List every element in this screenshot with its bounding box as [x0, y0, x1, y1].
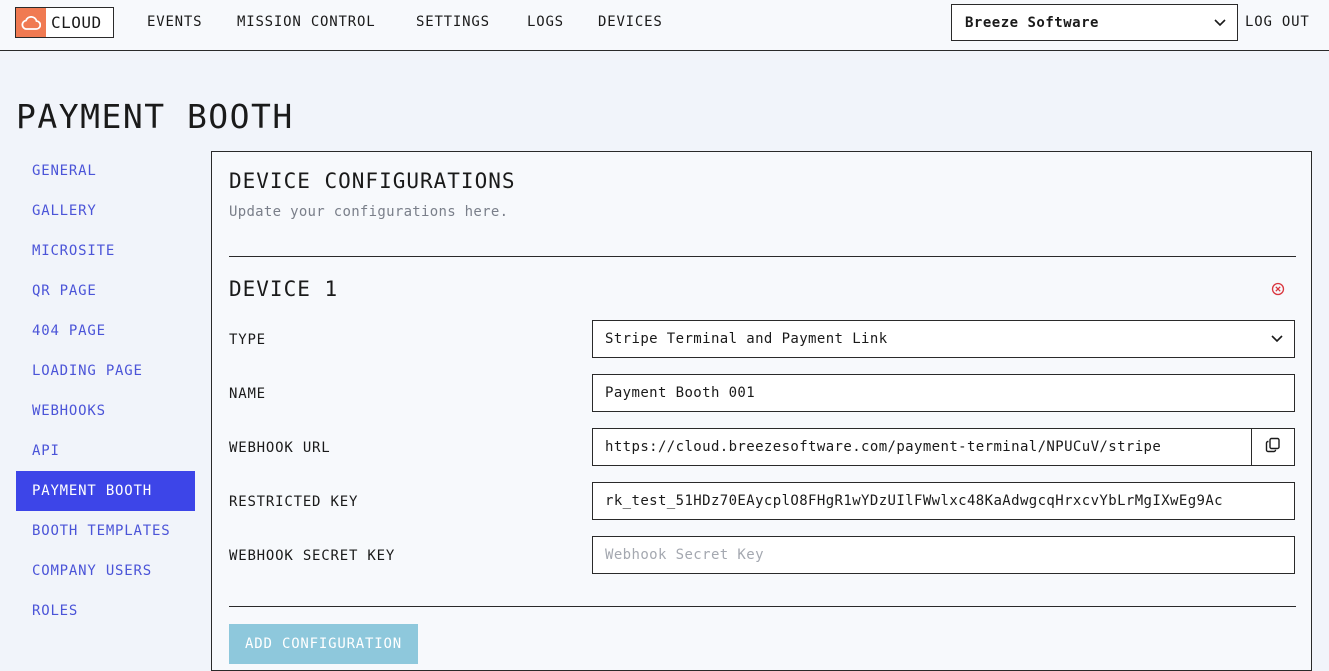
add-configuration-button[interactable]: ADD CONFIGURATION	[229, 624, 418, 664]
webhook-url-field[interactable]: https://cloud.breezesoftware.com/payment…	[592, 428, 1295, 466]
cloud-icon	[16, 8, 46, 37]
sidebar-item-qr-page[interactable]: QR PAGE	[16, 271, 195, 311]
sidebar-item-gallery[interactable]: GALLERY	[16, 191, 195, 231]
sidebar-item-booth-templates[interactable]: BOOTH TEMPLATES	[16, 511, 195, 551]
restricted-key-field[interactable]	[592, 482, 1295, 520]
nav-logs[interactable]: LOGS	[527, 14, 564, 30]
sidebar-item-general[interactable]: GENERAL	[16, 151, 195, 191]
sidebar-item-api[interactable]: API	[16, 431, 195, 471]
restricted-key-label: RESTRICTED KEY	[229, 494, 359, 510]
nav-events[interactable]: EVENTS	[147, 14, 202, 30]
remove-circle-icon[interactable]	[1271, 281, 1285, 300]
name-field[interactable]	[592, 374, 1295, 412]
sidebar-item-webhooks[interactable]: WEBHOOKS	[16, 391, 195, 431]
copy-button[interactable]	[1251, 429, 1294, 465]
type-label: TYPE	[229, 332, 266, 348]
sidebar-item-microsite[interactable]: MICROSITE	[16, 231, 195, 271]
type-select[interactable]: Stripe Terminal and Payment Link	[592, 320, 1295, 358]
nav-mission-control[interactable]: MISSION CONTROL	[237, 14, 375, 30]
restricted-key-input[interactable]	[605, 493, 1282, 509]
logo-text: CLOUD	[51, 13, 102, 32]
type-select-value: Stripe Terminal and Payment Link	[605, 331, 888, 347]
device-title: DEVICE 1	[229, 277, 339, 301]
sidebar-item-roles[interactable]: ROLES	[16, 591, 195, 631]
card-title: DEVICE CONFIGURATIONS	[229, 169, 516, 193]
company-select-value: Breeze Software	[965, 14, 1099, 31]
nav-settings[interactable]: SETTINGS	[416, 14, 490, 30]
webhook-secret-input[interactable]	[605, 547, 1282, 563]
top-navbar: CLOUD EVENTS MISSION CONTROL SETTINGS LO…	[0, 0, 1329, 51]
chevron-down-icon	[1213, 15, 1227, 33]
settings-sidebar: GENERAL GALLERY MICROSITE QR PAGE 404 PA…	[16, 151, 195, 631]
chevron-down-icon	[1270, 331, 1284, 349]
device-configurations-card: DEVICE CONFIGURATIONS Update your config…	[211, 151, 1312, 671]
name-label: NAME	[229, 386, 266, 402]
sidebar-item-payment-booth[interactable]: PAYMENT BOOTH	[16, 471, 195, 511]
webhook-secret-label: WEBHOOK SECRET KEY	[229, 548, 396, 564]
logout-button[interactable]: LOG OUT	[1245, 14, 1310, 30]
card-subtitle: Update your configurations here.	[229, 204, 509, 220]
sidebar-item-404-page[interactable]: 404 PAGE	[16, 311, 195, 351]
copy-icon	[1265, 437, 1281, 457]
webhook-url-label: WEBHOOK URL	[229, 440, 331, 456]
name-input[interactable]	[605, 385, 1282, 401]
sidebar-item-loading-page[interactable]: LOADING PAGE	[16, 351, 195, 391]
webhook-secret-field[interactable]	[592, 536, 1295, 574]
page-title: PAYMENT BOOTH	[16, 97, 294, 136]
divider	[229, 256, 1296, 257]
sidebar-item-company-users[interactable]: COMPANY USERS	[16, 551, 195, 591]
divider	[229, 606, 1296, 607]
app-logo[interactable]: CLOUD	[15, 7, 114, 38]
nav-devices[interactable]: DEVICES	[598, 14, 663, 30]
company-select[interactable]: Breeze Software	[951, 4, 1238, 41]
webhook-url-value: https://cloud.breezesoftware.com/payment…	[605, 439, 1162, 455]
